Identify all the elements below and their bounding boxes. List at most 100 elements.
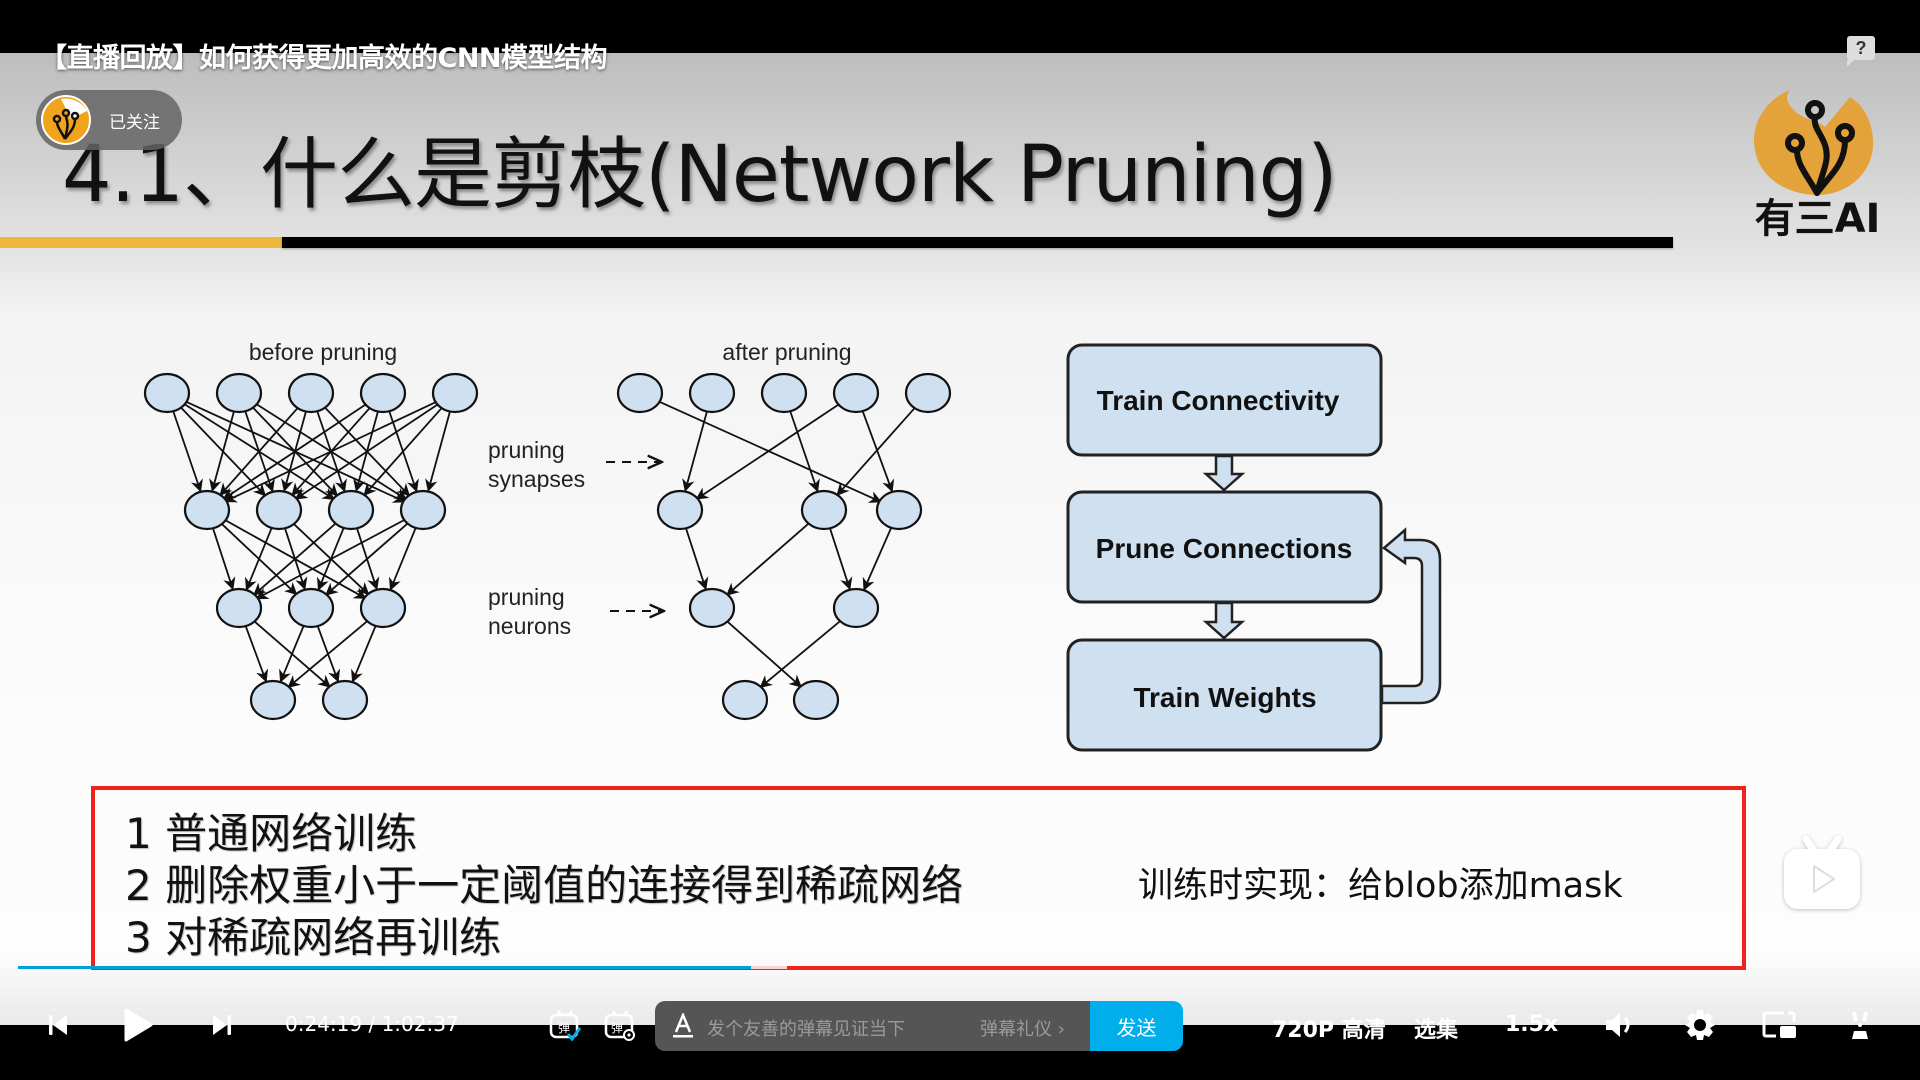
implementation-note: 训练时实现：给blob添加mask	[1138, 866, 1623, 906]
before-synapse	[253, 522, 337, 596]
before-synapse	[279, 626, 305, 683]
time-display: 0:24:19 / 1:02:37	[285, 1012, 459, 1036]
after-synapse	[726, 620, 803, 688]
current-time: 0:24:19	[285, 1012, 363, 1036]
before-neuron	[255, 489, 303, 531]
after-synapse	[685, 528, 709, 591]
after-synapse	[759, 620, 842, 689]
danmaku-toggle[interactable]: 弹	[545, 1000, 585, 1050]
play-icon	[124, 1008, 153, 1042]
before-neuron	[287, 587, 335, 629]
quality-selector[interactable]: 720P 高清	[1272, 1012, 1386, 1044]
after-neuron	[721, 679, 769, 721]
before-neuron	[215, 587, 263, 629]
follow-button[interactable]: 已关注	[36, 90, 182, 150]
after-neuron	[688, 372, 736, 414]
after-neuron	[800, 489, 848, 531]
video-title: 【直播回放】如何获得更加高效的CNN模型结构	[40, 43, 608, 74]
danmaku-on-icon: 弹	[549, 1010, 582, 1042]
after-pruning-label: after pruning	[722, 339, 851, 365]
danmaku-settings-icon: 弹	[604, 1010, 635, 1041]
before-neuron	[399, 489, 447, 531]
next-button[interactable]	[204, 1000, 240, 1050]
before-neuron	[321, 679, 369, 721]
after-synapse	[829, 528, 853, 591]
before-synapse	[212, 528, 236, 591]
flow-step-2-label: Prune Connections	[1096, 533, 1353, 564]
after-synapse	[836, 407, 916, 497]
after-synapse	[726, 522, 810, 596]
svg-text:弹: 弹	[611, 1021, 623, 1035]
pruning-neurons-label-2: neurons	[488, 613, 571, 639]
training-flow: Train Connectivity Prune Connections Tra…	[1066, 343, 1442, 752]
uploader-logo-icon	[52, 98, 87, 140]
time-separator: /	[368, 1012, 376, 1036]
before-synapse	[287, 620, 369, 689]
before-neuron	[359, 587, 407, 629]
after-neuron	[760, 372, 808, 414]
after-neuron	[656, 489, 704, 531]
before-synapse	[223, 400, 438, 503]
pruning-synapses-label-1: pruning	[488, 437, 565, 463]
before-neuron	[431, 372, 479, 414]
follow-label: 已关注	[109, 113, 160, 133]
flow-arrow-2	[1202, 601, 1246, 640]
danmaku-etiquette-link[interactable]: 弹幕礼仪 ›	[980, 1015, 1065, 1041]
before-synapse	[245, 626, 269, 683]
before-synapse	[255, 518, 406, 600]
pruning-neurons-label-1: pruning	[488, 584, 565, 610]
danmaku-settings-button[interactable]: 弹	[600, 1000, 640, 1050]
skip-previous-icon	[49, 1015, 67, 1035]
help-button[interactable]: ?	[1847, 36, 1875, 67]
after-synapse	[862, 411, 895, 493]
before-neuron	[143, 372, 191, 414]
before-neuron	[183, 489, 231, 531]
skip-next-icon	[213, 1015, 231, 1035]
uploader-avatar[interactable]	[41, 95, 91, 145]
after-synapse	[695, 403, 840, 500]
before-synapse	[222, 403, 367, 500]
before-neuron	[327, 489, 375, 531]
after-synapse	[682, 412, 708, 492]
network-after-pruning	[616, 372, 952, 721]
after-neuron	[875, 489, 923, 531]
after-synapse	[862, 527, 892, 591]
progress-bar[interactable]	[18, 966, 1902, 969]
flow-step-1-label: Train Connectivity	[1097, 385, 1340, 416]
after-neuron	[832, 587, 880, 629]
speed-selector[interactable]: 1.5x	[1505, 1012, 1558, 1037]
pruning-synapses-label-2: synapses	[488, 466, 585, 492]
before-synapse	[325, 522, 409, 596]
after-neuron	[616, 372, 664, 414]
step-3: 3 对稀疏网络再训练	[125, 913, 502, 962]
network-before-pruning	[143, 372, 479, 721]
before-pruning-label: before pruning	[249, 339, 397, 365]
danmaku-placeholder: 发个友善的弹幕见证当下	[707, 1019, 905, 1040]
after-neuron	[832, 372, 880, 414]
total-time: 1:02:37	[381, 1012, 459, 1036]
before-synapse	[351, 626, 377, 683]
progress-played	[18, 966, 751, 969]
previous-button[interactable]	[40, 1000, 76, 1050]
after-neuron	[688, 587, 736, 629]
episodes-button[interactable]: 选集	[1414, 1012, 1458, 1044]
before-neuron	[215, 372, 263, 414]
before-synapse	[244, 528, 273, 591]
after-neuron	[904, 372, 952, 414]
after-synapse	[789, 411, 820, 493]
flow-loop-arrow	[1380, 527, 1442, 705]
after-neuron	[792, 679, 840, 721]
before-neuron	[359, 372, 407, 414]
flow-arrow-1	[1202, 454, 1246, 492]
send-danmaku-button[interactable]: 发送	[1090, 1001, 1183, 1051]
svg-text:弹: 弹	[558, 1021, 570, 1035]
text-style-icon[interactable]	[671, 1013, 695, 1039]
flow-step-3-label: Train Weights	[1133, 682, 1316, 713]
danmaku-input[interactable]: 发个友善的弹幕见证当下 弹幕礼仪 ›	[655, 1001, 1090, 1051]
before-synapse	[388, 528, 417, 591]
tv-play-icon[interactable]	[1780, 833, 1864, 913]
before-synapse	[425, 412, 451, 492]
play-button[interactable]	[118, 1000, 158, 1050]
before-neuron	[249, 679, 297, 721]
before-neuron	[287, 372, 335, 414]
